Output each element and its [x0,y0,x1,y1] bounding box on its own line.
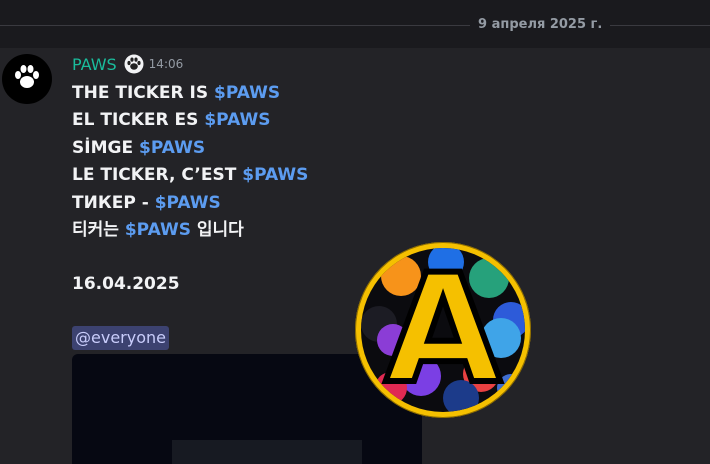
message-body: THE TICKER IS $PAWS EL TICKER ES $PAWS S… [72,80,402,244]
cashtag-link[interactable]: $PAWS [204,110,270,130]
avatar[interactable] [2,54,52,104]
line-text: SİMGE [72,137,139,158]
message-line: SİMGE $PAWS [72,135,402,162]
message-line: ТИКЕР - $PAWS [72,190,402,217]
line-suffix: 입니다 [190,220,244,241]
message-line: LE TICKER, C’EST $PAWS [72,162,402,189]
message-header: PAWS 14:06 [72,53,183,75]
cashtag-link[interactable]: $PAWS [155,193,221,213]
username[interactable]: PAWS [72,55,117,74]
announcement-date: 16.04.2025 [72,274,180,294]
date-divider-label: 9 апреля 2025 г. [470,16,611,34]
paw-icon [11,61,43,97]
attachment-shape [172,440,362,464]
line-text: EL TICKER ES [72,110,205,131]
cashtag-link[interactable]: $PAWS [125,220,191,240]
line-text: LE TICKER, C’EST [72,165,243,186]
message-timestamp[interactable]: 14:06 [149,57,184,71]
cashtag-link[interactable]: $PAWS [139,138,205,158]
message-line: EL TICKER ES $PAWS [72,107,402,134]
coin-logo-letter: A [382,243,504,417]
everyone-mention[interactable]: @everyone [72,326,169,350]
message-line: 티커는 $PAWS 입니다 [72,217,402,244]
cashtag-link[interactable]: $PAWS [242,165,308,185]
cashtag-link[interactable]: $PAWS [214,83,280,103]
paw-badge-icon [123,53,145,75]
message-line: THE TICKER IS $PAWS [72,80,402,107]
coin-logo-overlay: A [355,242,531,418]
line-text: 티커는 [72,220,125,241]
line-text: THE TICKER IS [72,83,215,103]
line-text: ТИКЕР - [72,192,155,213]
